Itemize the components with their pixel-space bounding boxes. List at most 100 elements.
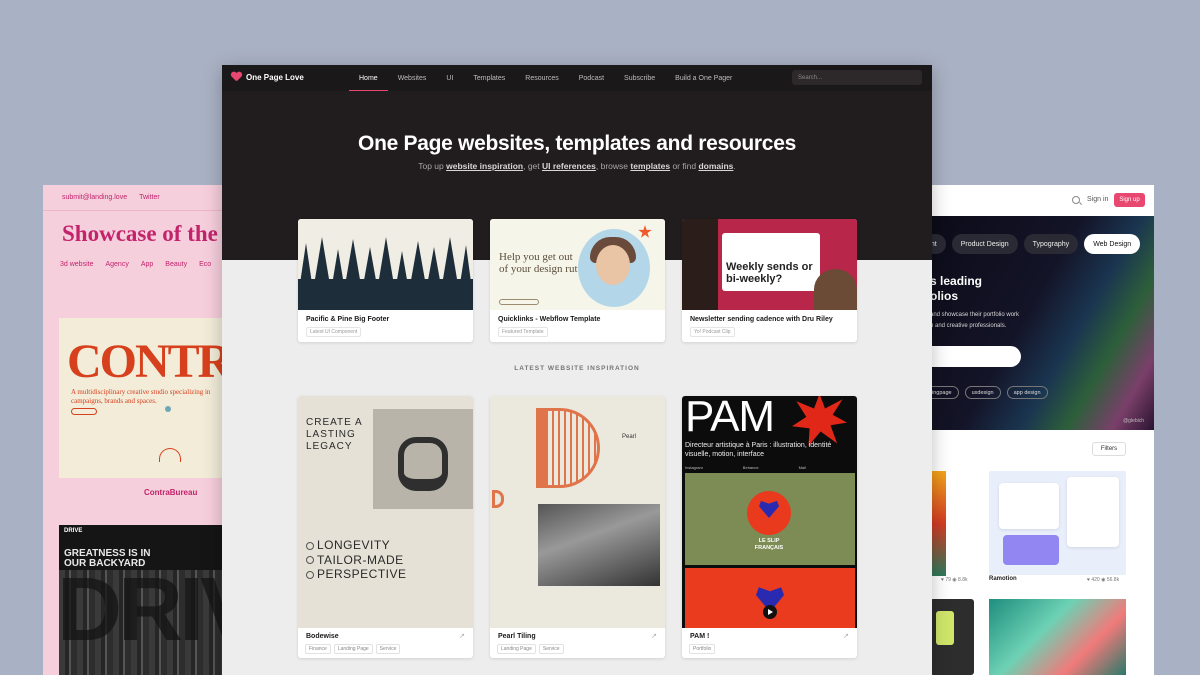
category-link[interactable]: Eco xyxy=(199,261,211,268)
category-link[interactable]: Agency xyxy=(105,261,128,268)
search-icon[interactable] xyxy=(1072,196,1080,204)
tag[interactable]: Landing Page xyxy=(333,644,373,654)
filters-button[interactable]: Filters xyxy=(1092,442,1126,456)
site-logo[interactable]: One Page Love xyxy=(231,72,304,83)
menu-item-ui[interactable]: UI xyxy=(436,65,463,91)
card-title: PAM ! xyxy=(690,633,710,640)
chip[interactable]: Typography xyxy=(1023,234,1079,254)
shot-thumbnail[interactable] xyxy=(989,471,1126,575)
right-window: Sign in Sign up rint Product Design Typo… xyxy=(925,185,1154,675)
tag[interactable]: app design xyxy=(1006,386,1048,399)
inspiration-card[interactable]: PAM Directeur artistique à Paris : illus… xyxy=(682,396,857,658)
pam-title: PAM xyxy=(685,396,775,441)
category-link[interactable]: App xyxy=(141,261,153,268)
menu-item-build[interactable]: Build a One Pager xyxy=(665,65,742,91)
portrait-image xyxy=(578,229,650,307)
card-tags: Finance Landing Page Service xyxy=(305,644,401,654)
contra-logo-text: CONTR xyxy=(67,335,232,388)
ui-references-link[interactable]: UI references xyxy=(542,161,596,171)
star-icon xyxy=(638,225,652,238)
pearl-name: Pearl xyxy=(622,434,637,440)
shot-thumbnail[interactable] xyxy=(930,471,946,576)
contra-dot xyxy=(165,406,171,412)
card-thumbnail: Pearl xyxy=(490,396,665,628)
shot-author[interactable]: Ramotion xyxy=(989,576,1017,582)
right-hero: rint Product Design Typography Web Desig… xyxy=(925,216,1154,430)
right-search-input[interactable] xyxy=(925,346,1021,367)
left-category-nav: 3d website Agency App Beauty Eco xyxy=(60,261,211,268)
external-link-icon[interactable]: ↗ xyxy=(843,632,849,640)
category-link[interactable]: 3d website xyxy=(60,261,93,268)
left-top-bar: submit@landing.love Twitter xyxy=(43,185,243,211)
card-title: Quicklinks - Webflow Template xyxy=(498,316,601,323)
tag[interactable]: Landing Page xyxy=(497,644,536,654)
menu-item-home[interactable]: Home xyxy=(349,65,388,92)
contrabureau-thumbnail[interactable]: CONTR A multidisciplinary creative studi… xyxy=(59,318,243,478)
pearl-side-shape xyxy=(492,490,504,508)
tag[interactable]: Finance xyxy=(305,644,331,654)
contrabureau-label[interactable]: ContraBureau xyxy=(144,488,197,497)
pam-description: Directeur artistique à Paris : illustrat… xyxy=(685,442,832,458)
sign-in-link[interactable]: Sign in xyxy=(1087,196,1108,203)
card-tags: Portfolio xyxy=(689,644,716,654)
card-thumbnail: Weekly sends or bi-weekly? xyxy=(682,219,857,310)
domains-link[interactable]: domains xyxy=(698,161,733,171)
card-tag: Yo! Podcast Clip xyxy=(690,327,735,337)
featured-card[interactable]: Weekly sends or bi-weekly? Newsletter se… xyxy=(682,219,857,342)
website-inspiration-link[interactable]: website inspiration xyxy=(446,161,523,171)
play-icon[interactable] xyxy=(763,605,777,619)
tag[interactable]: Portfolio xyxy=(689,644,716,654)
bodewise-image xyxy=(373,409,473,509)
category-link[interactable]: Beauty xyxy=(165,261,187,268)
search-input[interactable]: Search... xyxy=(792,70,922,85)
tag[interactable]: uxdesign xyxy=(964,386,1001,399)
menu-item-templates[interactable]: Templates xyxy=(463,65,515,91)
pam-slip-label: LE SLIP FRANÇAIS xyxy=(754,538,784,551)
right-tags: ingpage uxdesign app design xyxy=(925,386,1048,399)
quicklinks-headline: Help you get out of your design rut xyxy=(499,251,578,275)
external-link-icon[interactable]: ↗ xyxy=(651,632,657,640)
card-title: Bodewise xyxy=(306,633,339,640)
featured-card[interactable]: Help you get out of your design rut Quic… xyxy=(490,219,665,342)
hero-title: One Page websites, templates and resourc… xyxy=(358,132,796,155)
inspiration-card[interactable]: Pearl Pearl Tiling ↗ Landing Page Servic… xyxy=(490,396,665,658)
menu-item-resources[interactable]: Resources xyxy=(515,65,568,91)
guest-photo xyxy=(814,269,857,310)
featured-card[interactable]: Pacific & Pine Big Footer Latest UI Comp… xyxy=(298,219,473,342)
submit-link[interactable]: submit@landing.love xyxy=(62,194,127,201)
tag[interactable]: Service xyxy=(538,644,564,654)
newsletter-headline: Weekly sends or bi-weekly? xyxy=(726,261,813,285)
host-photo xyxy=(682,219,718,310)
drive-logo: DRIVE xyxy=(64,528,83,534)
shot-thumbnail[interactable] xyxy=(930,599,974,675)
category-chips: rint Product Design Typography Web Desig… xyxy=(925,234,1141,254)
shot-stats: ♥ 79 ◉ 8.8k xyxy=(941,577,968,583)
card-ground xyxy=(298,279,473,310)
shot-thumbnail[interactable] xyxy=(989,599,1126,675)
contra-tagline: A multidisciplinary creative studio spec… xyxy=(71,388,211,405)
left-page-title: Showcase of the xyxy=(62,221,218,246)
site-logo-text: One Page Love xyxy=(246,73,304,82)
menu-item-podcast[interactable]: Podcast xyxy=(569,65,614,91)
inspiration-card[interactable]: CREATE A LASTING LEGACY LONGEVITY TAILOR… xyxy=(298,396,473,658)
pearl-logo-shape xyxy=(536,408,600,488)
card-title: Pacific & Pine Big Footer xyxy=(306,316,390,323)
chip[interactable]: Product Design xyxy=(951,234,1018,254)
contra-button xyxy=(71,408,97,415)
contra-arc xyxy=(159,448,181,462)
main-menu: Home Websites UI Templates Resources Pod… xyxy=(349,65,742,92)
right-hero-text: and showcase their portfolio work n and … xyxy=(930,312,1020,329)
twitter-link[interactable]: Twitter xyxy=(139,194,160,201)
sign-up-button[interactable]: Sign up xyxy=(1114,193,1145,207)
templates-link[interactable]: templates xyxy=(630,161,670,171)
drive-thumbnail[interactable]: DRIV DRIVE GREATNESS IS IN OUR BACKYARD xyxy=(59,525,243,675)
right-top-bar: Sign in Sign up xyxy=(925,185,1154,216)
chip-active[interactable]: Web Design xyxy=(1084,234,1141,254)
drive-big-text: DRIV xyxy=(59,560,243,660)
menu-item-websites[interactable]: Websites xyxy=(388,65,437,91)
tag[interactable]: Service xyxy=(375,644,401,654)
menu-item-subscribe[interactable]: Subscribe xyxy=(614,65,665,91)
card-tag: Featured Template xyxy=(498,327,548,337)
shot-panel xyxy=(1067,477,1119,547)
external-link-icon[interactable]: ↗ xyxy=(459,632,465,640)
